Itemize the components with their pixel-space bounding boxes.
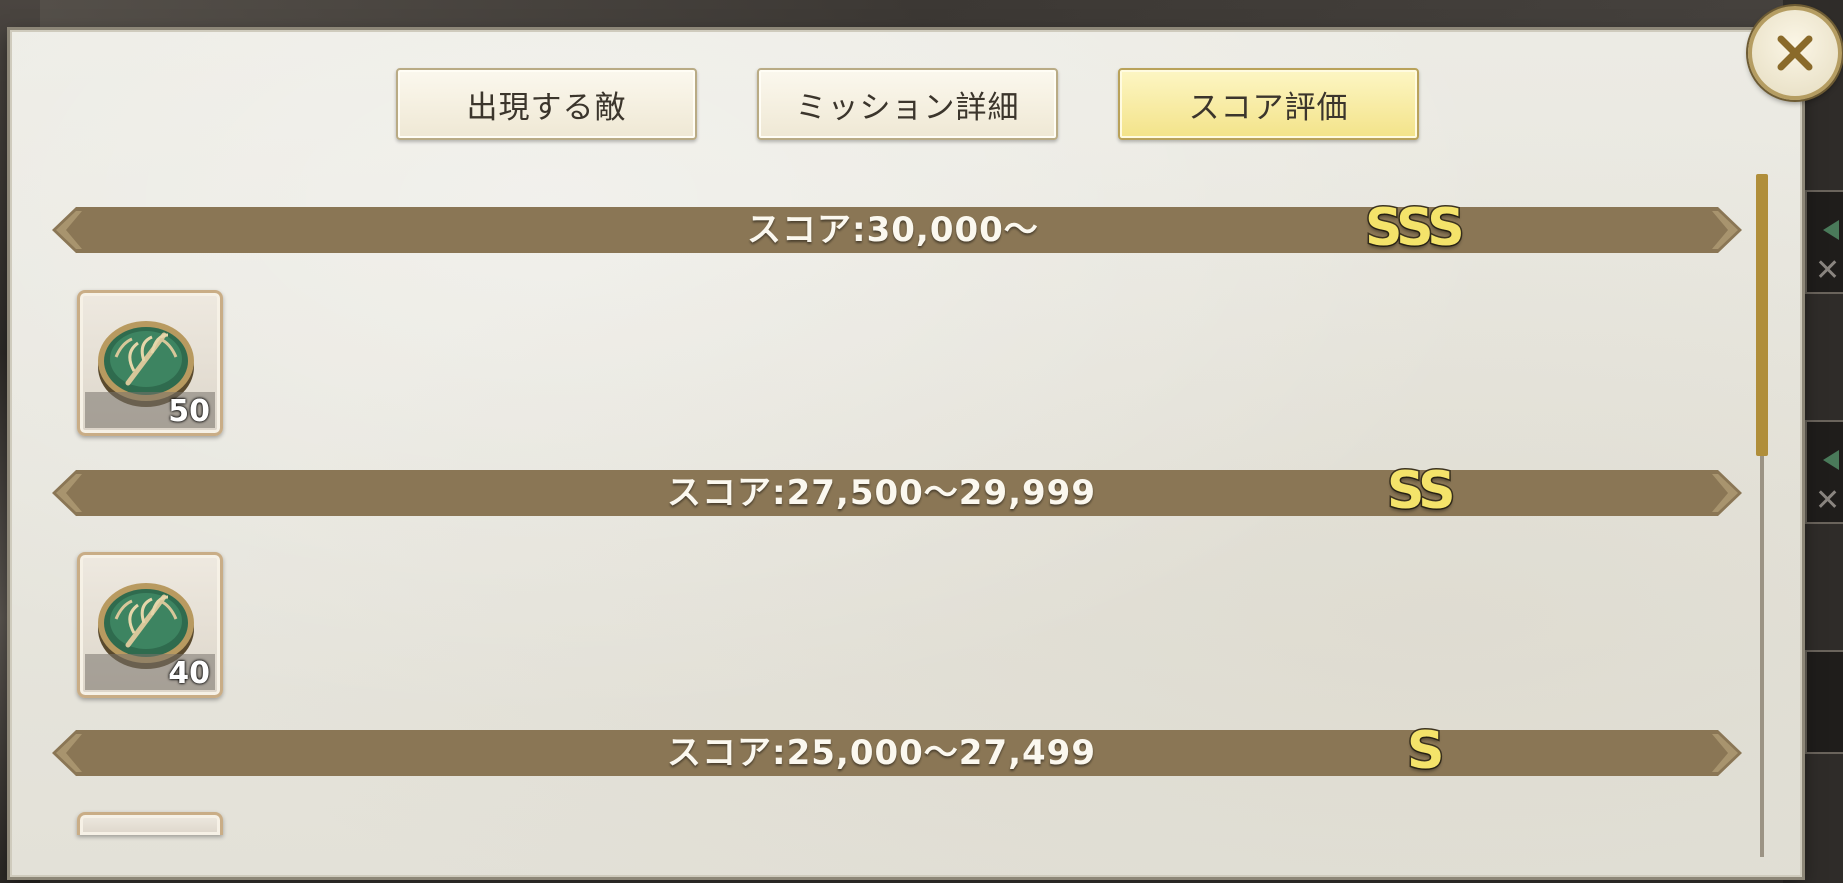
tab-enemies[interactable]: 出現する敵 <box>396 68 697 140</box>
score-tier-bar: スコア:27,500～29,999 SS <box>52 460 1742 523</box>
reward-quantity: 40 <box>168 656 210 691</box>
background-card <box>1805 650 1843 754</box>
close-x-icon <box>1777 35 1813 71</box>
reward-item[interactable] <box>77 812 223 835</box>
close-button[interactable] <box>1748 6 1842 100</box>
reward-quantity: 50 <box>168 394 210 429</box>
score-tier-bar: スコア:30,000～ SSS <box>52 197 1742 260</box>
rank-badge-ss: SS <box>1386 460 1458 523</box>
score-evaluation-dialog: 出現する敵 ミッション詳細 スコア評価 スコア:30,000～ SSS 50 ス… <box>10 30 1802 877</box>
score-tier-bar: スコア:25,000～27,499 S <box>52 720 1742 783</box>
rank-badge-sss: SSS <box>1364 197 1467 260</box>
reward-item[interactable]: 40 <box>77 552 223 698</box>
background-card: ✕ <box>1805 190 1843 294</box>
score-range-label: スコア:25,000～27,499 <box>667 733 1097 773</box>
rank-badge-s: S <box>1405 720 1446 783</box>
score-range-label: スコア:27,500～29,999 <box>667 473 1097 513</box>
background-card: ✕ <box>1805 420 1843 524</box>
score-range-label: スコア:30,000～ <box>747 210 1039 250</box>
reward-item[interactable]: 50 <box>77 290 223 436</box>
tab-score-evaluation[interactable]: スコア評価 <box>1118 68 1419 140</box>
scrollbar-thumb[interactable] <box>1756 174 1768 456</box>
tab-mission-details[interactable]: ミッション詳細 <box>757 68 1058 140</box>
